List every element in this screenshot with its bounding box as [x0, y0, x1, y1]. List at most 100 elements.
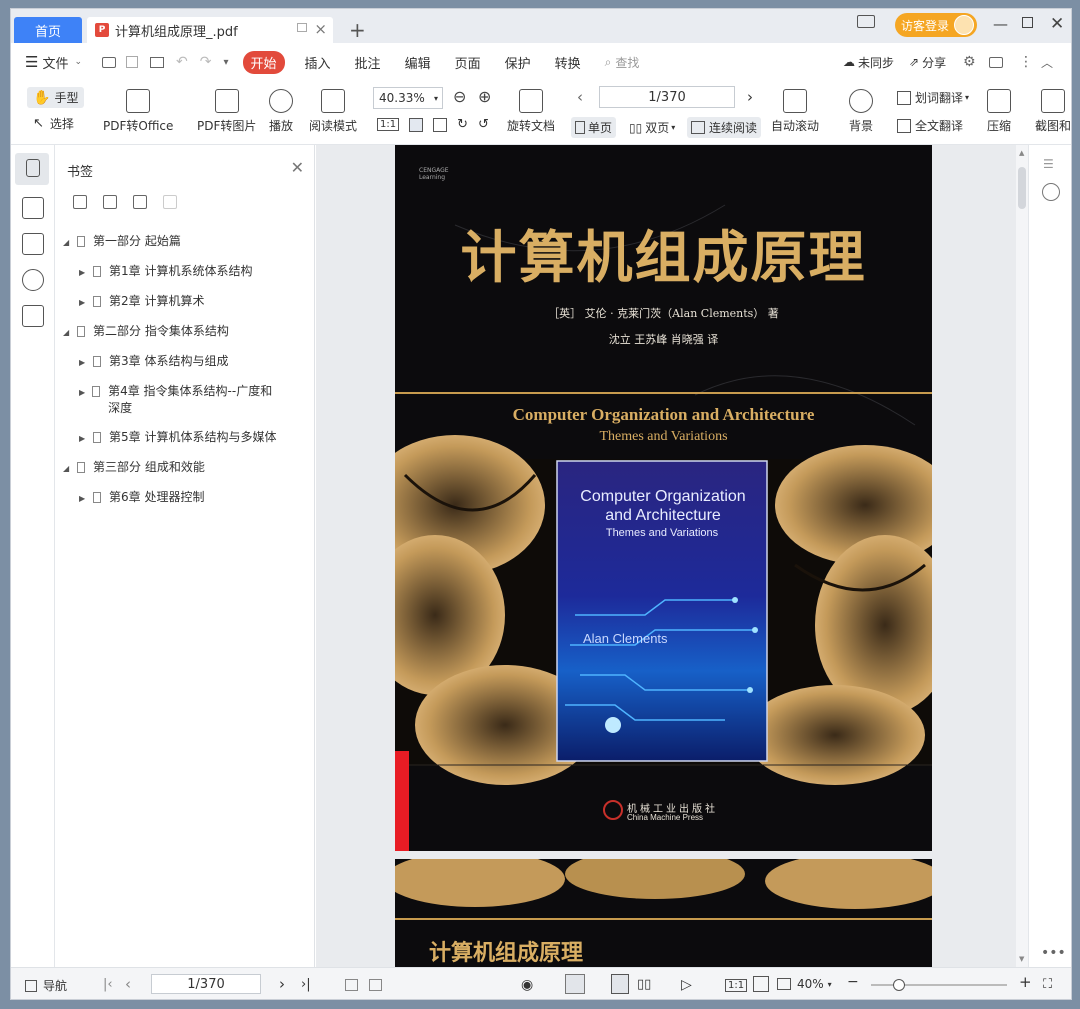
- zoom-out-button[interactable]: −: [847, 974, 859, 990]
- layout-icon[interactable]: [857, 15, 875, 28]
- zoom-out-icon[interactable]: ⊖: [453, 87, 466, 106]
- double-mode-icon[interactable]: ▯▯: [637, 977, 651, 992]
- menu-start[interactable]: 开始: [242, 50, 285, 74]
- expanded-icon[interactable]: ◢: [63, 324, 73, 341]
- rotate-document-button[interactable]: 旋转文档: [507, 89, 555, 134]
- ai-search-icon[interactable]: [1042, 183, 1060, 201]
- prev-page-icon[interactable]: ‹: [577, 88, 583, 106]
- tree-node[interactable]: ◢ 第二部分 指令集体系结构: [63, 323, 303, 341]
- delete-bookmark-icon[interactable]: [163, 195, 177, 209]
- nav-toggle[interactable]: 导航: [25, 977, 67, 994]
- auto-scroll-button[interactable]: 自动滚动: [771, 89, 819, 134]
- fit-width-icon[interactable]: [433, 117, 448, 132]
- actual-size-button[interactable]: 1:1: [725, 979, 748, 992]
- pdf-to-office-button[interactable]: PDF转Office: [103, 89, 173, 134]
- login-button[interactable]: 访客登录: [895, 13, 977, 37]
- menu-edit[interactable]: 编辑: [405, 53, 431, 72]
- close-panel-icon[interactable]: ✕: [291, 158, 304, 177]
- collapsed-icon[interactable]: ▶: [79, 384, 88, 401]
- next-page-button[interactable]: ›: [279, 975, 285, 993]
- collapsed-icon[interactable]: ▶: [79, 264, 89, 281]
- tree-node[interactable]: ▶ 第5章 计算机体系结构与多媒体: [79, 429, 303, 447]
- collapsed-icon[interactable]: ▶: [79, 294, 89, 311]
- collapse-ribbon-icon[interactable]: ︿: [1041, 54, 1053, 71]
- menu-lines-icon[interactable]: ☰: [1043, 157, 1054, 171]
- tree-node[interactable]: ▶ 第4章 指令集体系结构--广度和深度: [79, 383, 279, 417]
- thumbnail-icon[interactable]: [22, 197, 44, 219]
- tree-node[interactable]: ▶ 第1章 计算机系统体系结构: [79, 263, 303, 281]
- signature-icon[interactable]: [22, 305, 44, 327]
- last-page-icon[interactable]: ›|: [301, 977, 311, 992]
- more-options-icon[interactable]: •••: [1041, 945, 1066, 961]
- collapsed-icon[interactable]: ▶: [79, 430, 89, 447]
- more-icon[interactable]: ▾: [223, 57, 228, 68]
- close-tab-icon[interactable]: ×: [314, 20, 327, 38]
- prev-page-button[interactable]: ‹: [125, 975, 131, 993]
- first-page-icon[interactable]: |‹: [103, 977, 113, 992]
- play-button[interactable]: 播放: [269, 89, 293, 134]
- file-menu[interactable]: ☰ 文件 ⌄: [25, 53, 82, 72]
- continuous-read-button[interactable]: 连续阅读: [687, 117, 762, 138]
- zoom-dropdown[interactable]: 40% ▾: [777, 977, 832, 991]
- save-icon[interactable]: [126, 56, 139, 68]
- tree-node[interactable]: ▶ 第2章 计算机算术: [79, 293, 303, 311]
- page-input[interactable]: 1/370: [599, 86, 735, 108]
- menu-annotate[interactable]: 批注: [355, 53, 381, 72]
- tree-node[interactable]: ◢ 第三部分 组成和效能: [63, 459, 303, 477]
- compress-button[interactable]: 压缩: [987, 89, 1011, 134]
- maximize-button[interactable]: [1022, 17, 1033, 28]
- print-icon[interactable]: [150, 56, 165, 68]
- fit-page-button[interactable]: [753, 976, 769, 992]
- select-tool[interactable]: ↖ 选择: [33, 115, 74, 132]
- bookmark-flag-icon[interactable]: [133, 195, 147, 209]
- add-sub-bookmark-icon[interactable]: [103, 195, 117, 209]
- vertical-scrollbar[interactable]: ▲ ▼: [1016, 145, 1028, 967]
- undo-icon[interactable]: ↶: [176, 54, 188, 70]
- single-page-button[interactable]: 单页: [571, 117, 617, 138]
- hand-tool[interactable]: ✋ 手型: [27, 87, 85, 108]
- minimize-button[interactable]: —: [993, 15, 1008, 33]
- comment-icon[interactable]: [989, 56, 1003, 68]
- collapsed-icon[interactable]: ▶: [79, 490, 89, 507]
- expanded-icon[interactable]: ◢: [63, 234, 73, 251]
- pdf-to-image-button[interactable]: PDF转图片: [197, 89, 256, 134]
- forward-icon[interactable]: [369, 979, 382, 991]
- play-mode-icon[interactable]: ▷: [681, 977, 692, 993]
- background-button[interactable]: 背景: [849, 89, 873, 134]
- cloud-sync[interactable]: ☁ 未同步: [843, 54, 894, 71]
- tab-home[interactable]: 首页: [14, 17, 82, 43]
- full-translate-button[interactable]: 全文翻译: [897, 117, 963, 134]
- menu-convert[interactable]: 转换: [555, 53, 581, 72]
- kebab-icon[interactable]: ⋮: [1019, 54, 1033, 70]
- scroll-up-icon[interactable]: ▲: [1019, 149, 1024, 157]
- fit-page-icon[interactable]: [409, 117, 424, 132]
- comment-panel-icon[interactable]: [22, 233, 44, 255]
- zoom-slider[interactable]: [871, 979, 1007, 991]
- menu-insert[interactable]: 插入: [305, 53, 331, 72]
- rotate-right-icon[interactable]: ↻: [457, 117, 468, 132]
- word-translate-button[interactable]: 划词翻译 ▾: [897, 89, 969, 106]
- add-bookmark-icon[interactable]: [73, 195, 87, 209]
- collapsed-icon[interactable]: ▶: [79, 354, 89, 371]
- share-button[interactable]: ⇗ 分享: [909, 54, 946, 71]
- tree-node[interactable]: ◢ 第一部分 起始篇: [63, 233, 303, 251]
- zoom-in-button[interactable]: +: [1019, 973, 1032, 991]
- read-mode-button[interactable]: 阅读模式: [309, 89, 357, 134]
- single-mode-icon[interactable]: [611, 974, 629, 994]
- rotate-left-icon[interactable]: ↺: [478, 117, 489, 132]
- attachment-icon[interactable]: [22, 269, 44, 291]
- back-icon[interactable]: [345, 979, 358, 991]
- tree-node[interactable]: ▶ 第6章 处理器控制: [79, 489, 303, 507]
- pin-icon[interactable]: [297, 23, 307, 32]
- close-window-button[interactable]: ✕: [1050, 14, 1064, 34]
- expanded-icon[interactable]: ◢: [63, 460, 73, 477]
- zoom-slider-thumb[interactable]: [893, 979, 905, 991]
- screenshot-button[interactable]: 截图和: [1033, 89, 1071, 134]
- redo-icon[interactable]: ↷: [200, 54, 212, 70]
- menu-protect[interactable]: 保护: [505, 53, 531, 72]
- settings-icon[interactable]: ⚙: [963, 54, 976, 70]
- scroll-down-icon[interactable]: ▼: [1019, 955, 1024, 963]
- status-page-input[interactable]: 1/370: [151, 974, 261, 994]
- tab-document[interactable]: P 计算机组成原理_.pdf ×: [87, 17, 333, 43]
- scroll-thumb[interactable]: [1018, 167, 1026, 209]
